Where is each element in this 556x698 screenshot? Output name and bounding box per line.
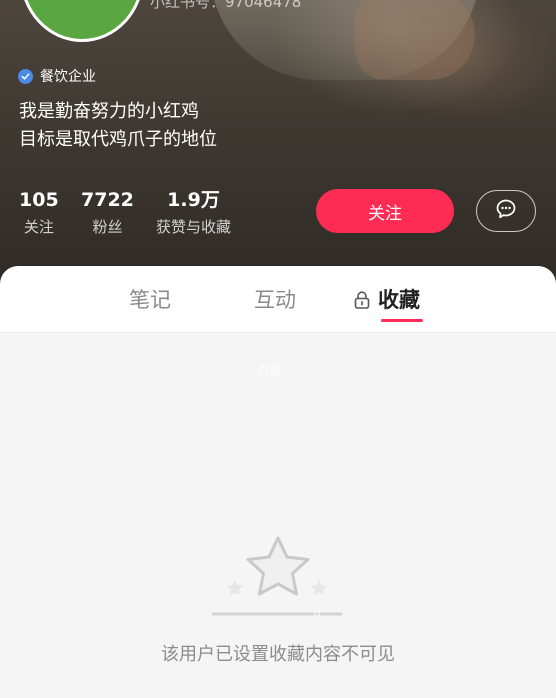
empty-state-message: 该用户已设置收藏内容不可见	[161, 644, 395, 665]
active-tab-indicator	[381, 319, 423, 322]
message-button[interactable]	[476, 190, 536, 232]
tab-interactions[interactable]: 互动	[254, 286, 296, 314]
bio-line-1: 我是勤奋努力的小红鸡	[19, 101, 199, 122]
stat-likes-value: 1.9万	[167, 189, 220, 211]
tab-collections[interactable]: 收藏	[378, 286, 420, 314]
follow-button[interactable]: 关注	[316, 189, 454, 233]
stat-fans[interactable]: 7722 粉丝	[81, 188, 134, 238]
stat-following-label: 关注	[23, 218, 54, 236]
verification-badge: 餐饮企业	[18, 66, 96, 86]
bio-line-2: 目标是取代鸡爪子的地位	[19, 129, 217, 150]
stat-following[interactable]: 105 关注	[19, 188, 59, 238]
faint-content-label: 内容	[258, 364, 280, 377]
verify-label: 餐饮企业	[40, 69, 96, 85]
background-photo-hand	[355, 0, 475, 80]
stat-fans-label: 粉丝	[92, 218, 123, 236]
verified-check-icon	[18, 68, 33, 84]
chat-bubble-icon	[495, 198, 517, 224]
avatar[interactable]	[20, 0, 144, 42]
tab-notes[interactable]: 笔记	[129, 286, 171, 314]
profile-tabs: 笔记 互动 收藏	[0, 266, 556, 333]
bio: 我是勤奋努力的小红鸡 目标是取代鸡爪子的地位	[19, 98, 217, 154]
stat-likes-label: 获赞与收藏	[156, 218, 232, 236]
redbook-id: 小红书号：97046478	[150, 0, 302, 11]
profile-header: 小红书号：97046478 餐饮企业 我是勤奋努力的小红鸡 目标是取代鸡爪子的地…	[0, 0, 556, 290]
star-icon	[205, 532, 351, 626]
stat-following-value: 105	[19, 189, 59, 211]
stat-likes[interactable]: 1.9万 获赞与收藏	[156, 188, 231, 238]
lock-icon	[353, 290, 371, 314]
stat-fans-value: 7722	[81, 189, 134, 211]
